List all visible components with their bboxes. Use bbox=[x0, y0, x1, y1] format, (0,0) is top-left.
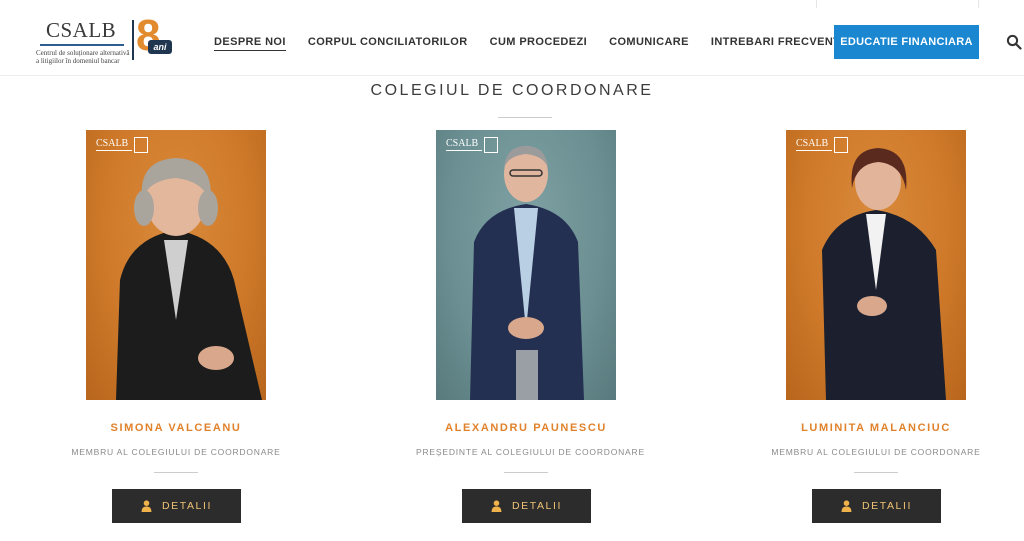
member-name: SIMONA VALCEANU bbox=[110, 422, 242, 434]
member-photo: CSALB bbox=[86, 130, 266, 400]
educatie-financiara-button[interactable]: EDUCATIE FINANCIARA bbox=[834, 25, 979, 59]
nav-item-comunicare[interactable]: COMUNICARE bbox=[609, 36, 689, 51]
member-role: PREȘEDINTE AL COLEGIULUI DE COORDONARE bbox=[416, 447, 645, 457]
top-strip-divider bbox=[978, 0, 979, 8]
details-label: DETALII bbox=[861, 500, 913, 512]
card-divider bbox=[154, 472, 198, 473]
details-label: DETALII bbox=[511, 500, 563, 512]
site-logo[interactable]: CSALB Centrul de soluționare alternativă… bbox=[32, 14, 177, 68]
nav-item-cum-procedezi[interactable]: CUM PROCEDEZI bbox=[490, 36, 587, 51]
logo-underline bbox=[40, 44, 124, 46]
badge-label: ani bbox=[148, 40, 172, 54]
member-name: ALEXANDRU PAUNESCU bbox=[445, 422, 607, 434]
user-icon bbox=[491, 500, 502, 512]
logo-tagline: Centrul de soluționare alternativă bbox=[36, 49, 130, 57]
details-button[interactable]: DETALII bbox=[462, 489, 591, 523]
member-role: MEMBRU AL COLEGIULUI DE COORDONARE bbox=[71, 447, 281, 457]
nav-item-despre-noi[interactable]: DESPRE NOI bbox=[214, 36, 286, 51]
search-icon[interactable] bbox=[1006, 34, 1022, 50]
section-title: COLEGIUL DE COORDONARE bbox=[370, 82, 654, 99]
member-photo: CSALB bbox=[436, 130, 616, 400]
member-photo: CSALB bbox=[786, 130, 966, 400]
title-divider bbox=[498, 117, 552, 118]
user-icon bbox=[141, 500, 152, 512]
person-silhouette bbox=[116, 158, 262, 400]
nav-item-corpul-conciliatorilor[interactable]: CORPUL CONCILIATORILOR bbox=[308, 36, 468, 51]
card-divider bbox=[854, 472, 898, 473]
top-strip-divider bbox=[816, 0, 817, 8]
details-label: DETALII bbox=[161, 500, 213, 512]
nav-item-intrebari-frecvente[interactable]: INTREBARI FRECVENTE bbox=[711, 36, 848, 51]
badge-divider bbox=[132, 20, 134, 60]
logo-brand: CSALB bbox=[46, 18, 117, 42]
person-silhouette bbox=[822, 148, 946, 400]
member-role: MEMBRU AL COLEGIULUI DE COORDONARE bbox=[771, 447, 981, 457]
user-icon bbox=[841, 500, 852, 512]
site-header: CSALB Centrul de soluționare alternativă… bbox=[0, 8, 1024, 76]
logo-tagline: a litigiilor în domeniul bancar bbox=[36, 57, 120, 65]
member-name: LUMINITA MALANCIUC bbox=[801, 422, 951, 434]
details-button[interactable]: DETALII bbox=[812, 489, 941, 523]
main-nav: DESPRE NOI CORPUL CONCILIATORILOR CUM PR… bbox=[214, 36, 870, 51]
anniversary-badge: 8 ani bbox=[132, 14, 174, 60]
card-divider bbox=[504, 472, 548, 473]
top-strip bbox=[0, 0, 1024, 8]
details-button[interactable]: DETALII bbox=[112, 489, 241, 523]
person-silhouette bbox=[470, 146, 584, 400]
